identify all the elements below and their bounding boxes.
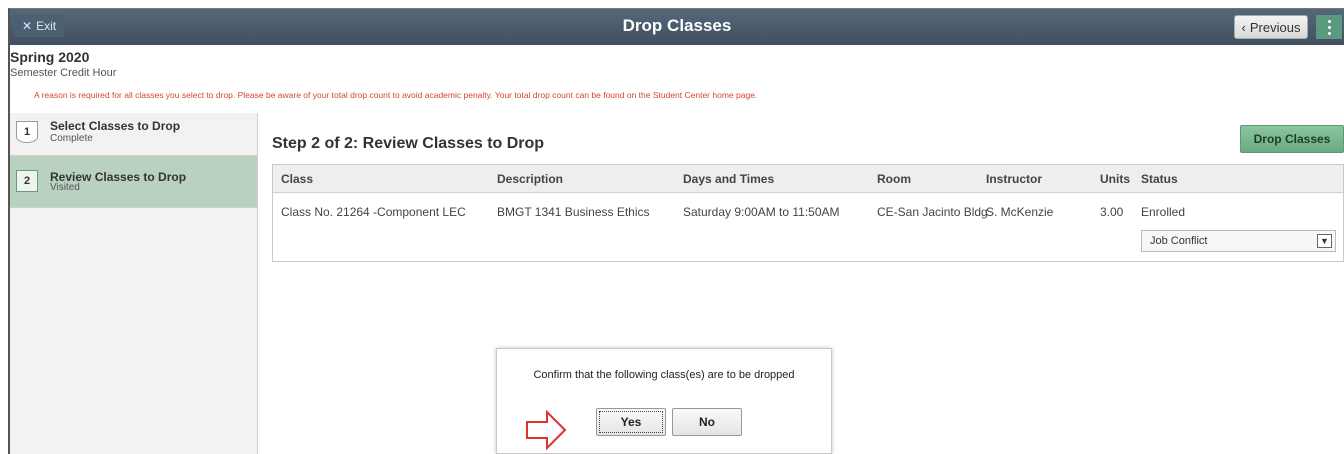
- chevron-left-icon: ‹: [1241, 19, 1246, 35]
- step-status: Complete: [50, 133, 93, 144]
- career-label: Semester Credit Hour: [10, 67, 117, 79]
- cell-status: Enrolled: [1141, 205, 1186, 219]
- step-sidebar: 1 Select Classes to Drop Complete 2 Revi…: [10, 113, 258, 454]
- table-header: Class Description Days and Times Room In…: [273, 165, 1343, 193]
- drop-reason-select[interactable]: Job Conflict ▼: [1141, 230, 1336, 252]
- column-header-instructor: Instructor: [986, 172, 1043, 186]
- step-title: Select Classes to Drop: [50, 119, 181, 133]
- classes-table: Class Description Days and Times Room In…: [272, 164, 1344, 262]
- column-header-units: Units: [1100, 172, 1130, 186]
- step-select-classes[interactable]: 1 Select Classes to Drop Complete: [10, 113, 257, 156]
- step-number: 1: [16, 121, 38, 143]
- step-status: Visited: [50, 182, 80, 193]
- dot-icon: [1327, 31, 1331, 35]
- cell-class: Class No. 21264 -Component LEC: [281, 205, 466, 219]
- cell-units: 3.00: [1100, 205, 1124, 219]
- cell-days-times: Saturday 9:00AM to 11:50AM: [683, 205, 840, 219]
- cell-description: BMGT 1341 Business Ethics: [497, 205, 650, 219]
- arrow-right-icon: [526, 410, 567, 450]
- column-header-status: Status: [1141, 172, 1178, 186]
- no-button[interactable]: No: [672, 408, 742, 436]
- top-banner: ✕ Exit Drop Classes ‹ Previous: [10, 9, 1344, 45]
- column-header-description: Description: [497, 172, 564, 186]
- chevron-down-icon[interactable]: ▼: [1317, 234, 1332, 248]
- cell-instructor: S. McKenzie: [986, 205, 1054, 219]
- column-header-room: Room: [877, 172, 911, 186]
- step-number: 2: [16, 170, 38, 192]
- dot-icon: [1327, 19, 1331, 23]
- step-review-classes[interactable]: 2 Review Classes to Drop Visited: [10, 156, 257, 208]
- column-header-days-times: Days and Times: [683, 172, 775, 186]
- dot-icon: [1327, 25, 1331, 29]
- drop-reason-value: Job Conflict: [1150, 235, 1208, 247]
- page-banner-title: Drop Classes: [622, 16, 732, 35]
- term-label: Spring 2020: [10, 49, 90, 65]
- actions-menu-button[interactable]: [1316, 15, 1342, 39]
- yes-button[interactable]: Yes: [596, 408, 666, 436]
- dialog-message: Confirm that the following class(es) are…: [533, 369, 795, 381]
- term-header: Spring 2020 Semester Credit Hour A reaso…: [10, 45, 1344, 113]
- drop-classes-button[interactable]: Drop Classes: [1240, 125, 1344, 153]
- cell-room: CE-San Jacinto Bldg: [877, 205, 988, 219]
- previous-label: Previous: [1249, 19, 1301, 35]
- page-title: Step 2 of 2: Review Classes to Drop: [272, 135, 545, 152]
- drop-warning-message: A reason is required for all classes you…: [34, 90, 758, 100]
- previous-button[interactable]: ‹ Previous: [1234, 15, 1308, 39]
- column-header-class: Class: [281, 172, 314, 186]
